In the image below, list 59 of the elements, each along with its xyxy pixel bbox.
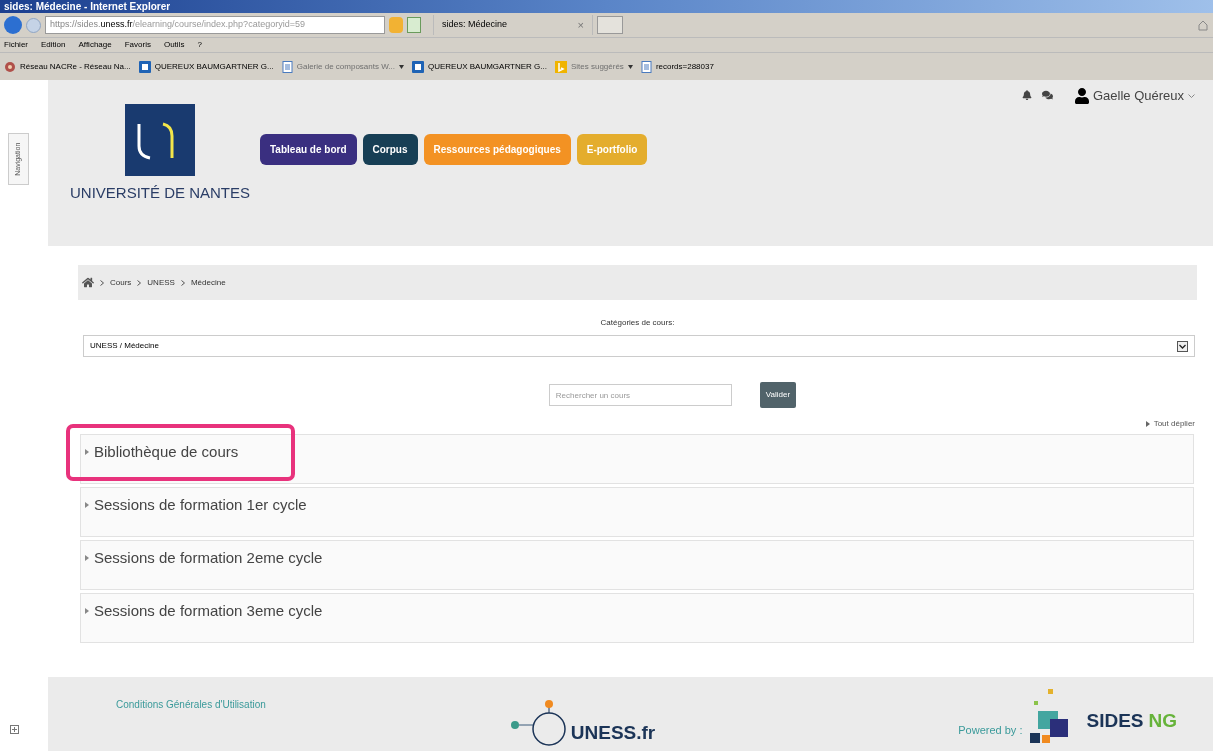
dropdown-caret-icon[interactable] [627, 64, 633, 69]
breadcrumb-separator-icon [180, 279, 185, 286]
window-title: sides: Médecine - Internet Explorer [4, 1, 171, 13]
university-name: UNIVERSITÉ DE NANTES [70, 183, 250, 203]
menu-item[interactable]: Fichier [4, 39, 28, 51]
triangle-right-icon [85, 608, 89, 614]
university-logo [125, 104, 195, 176]
favorite-link[interactable]: QUEREUX BAUMGARTNER G... [154, 60, 274, 73]
breadcrumb-separator-icon [100, 279, 104, 286]
triangle-right-icon [85, 502, 89, 508]
refresh-button[interactable] [407, 17, 421, 33]
favorite-link[interactable]: Réseau NACRe - Réseau Na... [20, 60, 131, 73]
powered-by-label: Powered by : [958, 723, 1023, 738]
messages-icon[interactable] [1041, 90, 1053, 100]
dropdown-caret-icon[interactable] [398, 64, 404, 69]
expand-all-link[interactable]: Tout déplier [1145, 418, 1195, 430]
mail-app-icon [411, 60, 424, 73]
address-field[interactable]: https://sides.uness.fr/elearning/course/index.php?categoryid=59 [45, 16, 385, 34]
category-toggle[interactable]: Bibliothèque de cours [81, 435, 239, 469]
page-icon [640, 60, 652, 73]
breadcrumb-separator-icon [137, 279, 142, 286]
notification-bell-icon[interactable] [1021, 90, 1032, 100]
triangle-right-icon [85, 555, 89, 561]
category-label: Catégories de cours: [600, 317, 675, 329]
back-button[interactable] [4, 16, 22, 34]
user-avatar-icon [1074, 87, 1089, 104]
favorite-link[interactable]: QUEREUX BAUMGARTNER G... [427, 60, 547, 73]
mail-app-icon [138, 60, 151, 73]
browser-tab[interactable]: sides: Médecine × [433, 15, 593, 35]
menu-item[interactable]: Affichage [78, 39, 112, 51]
dropdown-arrow-icon [1177, 340, 1188, 352]
submit-button[interactable]: Valider [759, 382, 797, 408]
category-toggle[interactable]: Sessions de formation 1er cycle [81, 488, 307, 522]
page-icon [281, 60, 293, 73]
favorite-link[interactable]: records=288037 [655, 60, 714, 73]
nav-button[interactable]: Corpus [362, 134, 418, 165]
bing-icon [554, 60, 567, 73]
category-select[interactable]: UNESS / Médecine [83, 335, 1195, 357]
category-toggle[interactable]: Sessions de formation 2eme cycle [81, 541, 323, 575]
breadcrumb-link[interactable]: Cours [110, 276, 132, 289]
favorite-link[interactable]: Sites suggérés [570, 60, 624, 73]
category-toggle[interactable]: Sessions de formation 3eme cycle [81, 594, 323, 628]
menu-item[interactable]: Outils [163, 39, 185, 51]
sides-ng-logo: SIDES NG [1086, 709, 1177, 733]
home-icon[interactable] [82, 277, 94, 288]
menu-item[interactable]: Edition [41, 39, 66, 51]
triangle-right-icon [85, 449, 89, 455]
menu-item[interactable]: ? [197, 39, 202, 51]
chevron-down-icon [1188, 93, 1195, 98]
search-field[interactable]: Rechercher un cours [548, 384, 732, 406]
breadcrumb-link[interactable]: Médecine [190, 276, 226, 289]
uness-logo: UNESS.fr [508, 699, 656, 749]
user-menu[interactable]: Gaelle Quéreux [1074, 86, 1195, 106]
nav-button[interactable]: Tableau de bord [260, 134, 357, 165]
menu-item[interactable]: Favoris [124, 39, 151, 51]
window-control-icon[interactable] [10, 725, 19, 734]
triangle-right-icon [1145, 421, 1150, 427]
breadcrumb-link[interactable]: UNESS [147, 276, 175, 289]
favorite-link[interactable]: Galerie de composants W... [296, 60, 395, 73]
